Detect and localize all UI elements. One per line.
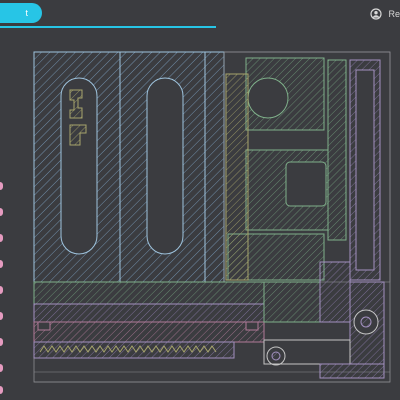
top-toolbar: t Re [0, 0, 400, 30]
small-roller-inner [271, 351, 281, 361]
user-circle-icon [370, 8, 383, 20]
lower-right-green [263, 281, 321, 323]
slot-right [146, 77, 184, 255]
progress-indicator [0, 26, 216, 28]
left-tab [37, 321, 51, 331]
yellow-plate [225, 73, 249, 281]
right-tab [245, 321, 259, 331]
bottom-band-purple [33, 303, 265, 323]
rack-strip [33, 341, 235, 359]
cad-drawing-canvas[interactable] [0, 30, 400, 400]
side-column [327, 59, 347, 241]
bottom-band-pink [33, 321, 265, 343]
account-label: Re [388, 9, 400, 19]
center-cutout [285, 161, 327, 207]
lower-right-purple [319, 261, 351, 323]
bearing-circle [247, 77, 289, 119]
pivot-inner [360, 316, 372, 328]
base-block [319, 363, 385, 379]
active-tab-button[interactable]: t [0, 3, 42, 23]
rail-slot [355, 69, 375, 271]
account-menu[interactable]: Re [370, 6, 400, 22]
slot-left [60, 77, 98, 255]
bottom-band-green [33, 281, 265, 305]
